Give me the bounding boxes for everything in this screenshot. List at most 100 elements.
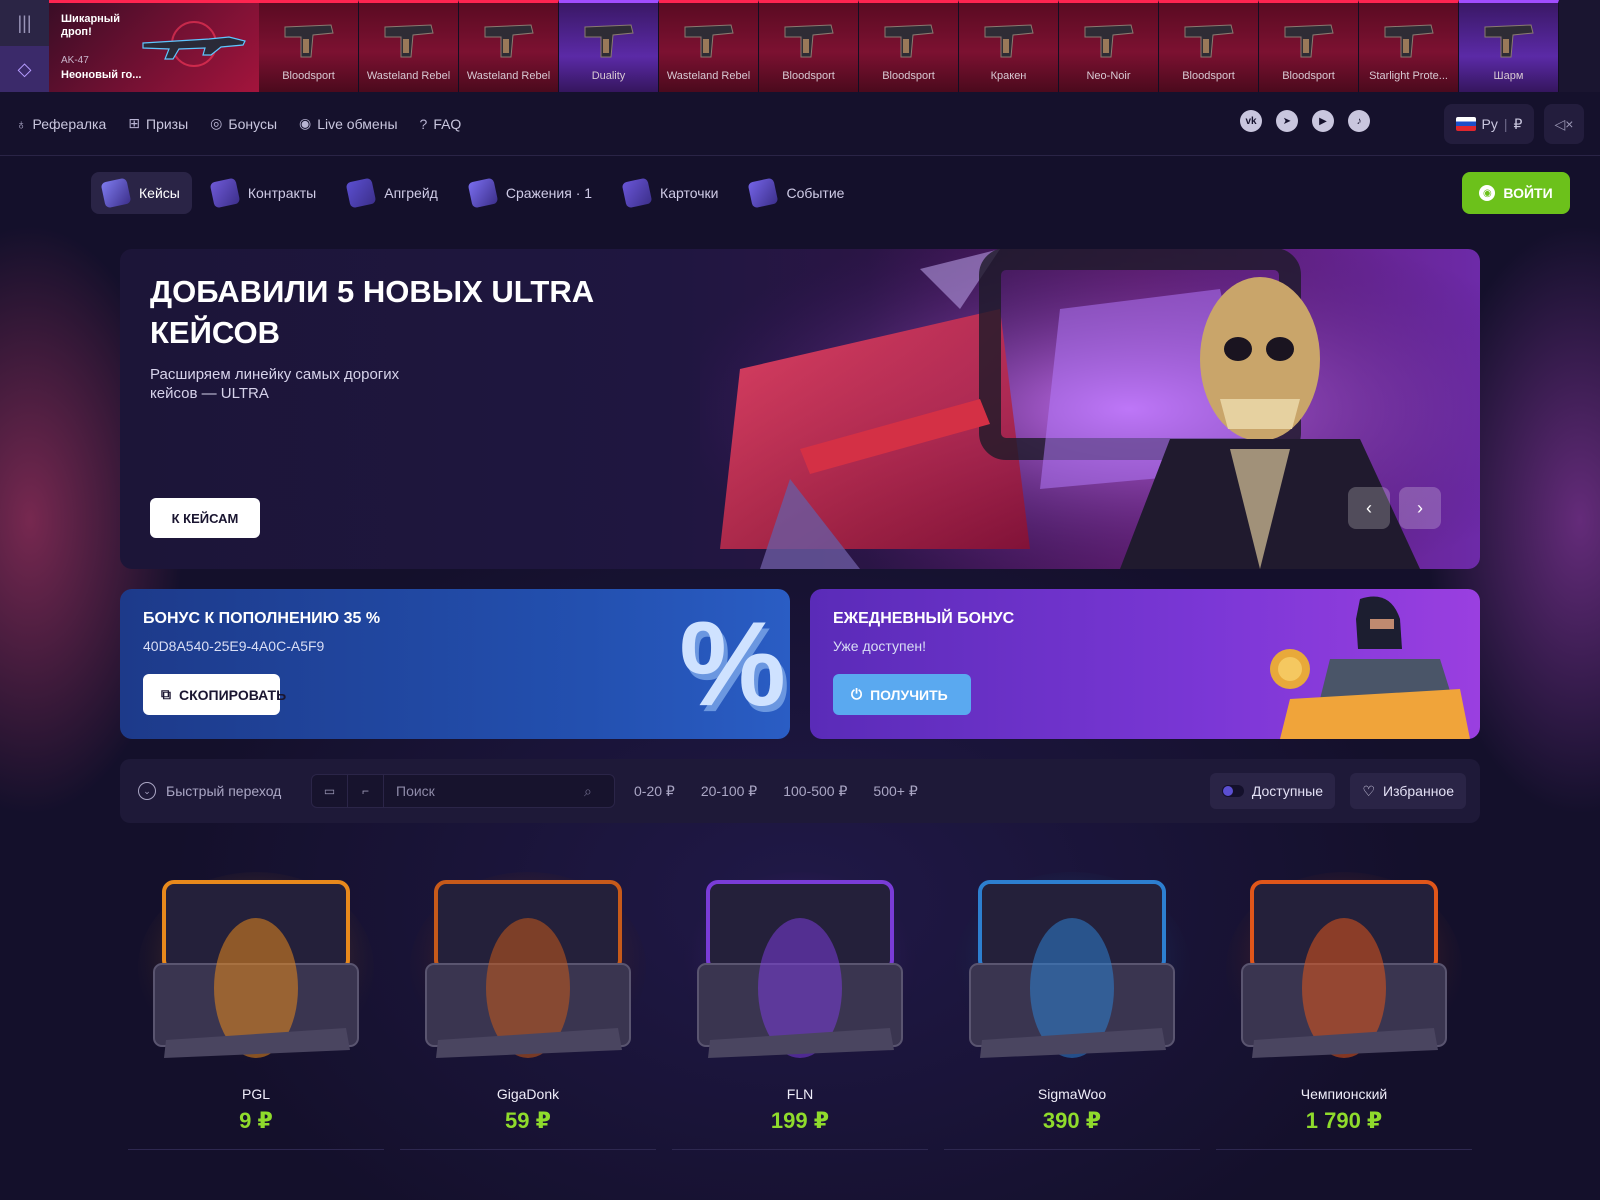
drop-item-name: Bloodsport [1182, 70, 1235, 82]
nav-tab[interactable]: Апгрейд [336, 172, 450, 214]
quick-jump-toggle[interactable]: ⌄ Быстрый переход [138, 782, 281, 800]
drop-item-name: Wasteland Rebel [666, 70, 751, 82]
case-card[interactable]: SigmaWoo 390 ₽ [944, 868, 1200, 1150]
drop-item-name: Bloodsport [282, 70, 335, 82]
case-card[interactable]: Чемпионский 1 790 ₽ [1216, 868, 1472, 1150]
case-name: Чемпионский [1300, 1086, 1388, 1102]
tiktok-icon[interactable]: ♪ [1348, 110, 1370, 132]
deposit-bonus-title: БОНУС К ПОПОЛНЕНИЮ 35 % [143, 610, 381, 627]
drop-item[interactable]: Кракен [959, 0, 1059, 92]
drop-item-name: Bloodsport [782, 70, 835, 82]
available-toggle[interactable]: Доступные [1209, 773, 1335, 809]
social-links: vk ➤ ▶ ♪ [1240, 110, 1370, 132]
topnav-link[interactable]: ◉ Live обмены [299, 115, 398, 132]
topnav-link[interactable]: ? FAQ [420, 115, 462, 132]
drop-item[interactable]: Duality [559, 0, 659, 92]
nav-tab[interactable]: Сражения · 1 [458, 172, 604, 214]
featured-drop[interactable]: Шикарный дроп! AK-47 Неоновый го... [49, 0, 259, 92]
event-icon [748, 177, 779, 209]
topnav-link-label: Бонусы [228, 115, 278, 132]
drop-item[interactable]: Wasteland Rebel [459, 0, 559, 92]
drop-item[interactable]: Bloodsport [1159, 0, 1259, 92]
russia-flag-icon [1455, 117, 1476, 131]
case-icon [100, 177, 132, 209]
case-card[interactable]: GigaDonk 59 ₽ [400, 868, 656, 1150]
drop-item[interactable]: Bloodsport [859, 0, 959, 92]
gift-icon: ⊞ [128, 115, 141, 131]
drop-item-name: Bloodsport [882, 70, 935, 82]
case-name: PGL [241, 1086, 270, 1102]
diamond-icon[interactable]: ◇ [0, 46, 49, 92]
favorites-button[interactable]: ♡ Избранное [1350, 773, 1466, 809]
topnav-link[interactable]: ◎ Бонусы [210, 115, 277, 132]
drop-item[interactable]: Bloodsport [259, 0, 359, 92]
drop-item[interactable]: Bloodsport [759, 0, 859, 92]
gun-icon [584, 24, 634, 58]
drop-item[interactable]: Neo-Noir [1059, 0, 1159, 92]
drop-item[interactable]: Starlight Prote... [1359, 0, 1459, 92]
case-card[interactable]: PGL 9 ₽ [128, 868, 384, 1150]
gun-icon [1184, 24, 1234, 58]
featured-drop-skin: Неоновый го... [61, 69, 142, 81]
case-filter-icon[interactable]: ▭ [312, 775, 348, 807]
favorites-label: Избранное [1383, 783, 1454, 799]
login-button[interactable]: ◉ ВОЙТИ [1462, 172, 1570, 214]
currency-label: ₽ [1513, 115, 1523, 132]
to-cases-button[interactable]: К КЕЙСАМ [150, 498, 260, 538]
claim-bonus-button[interactable]: ⏻ ПОЛУЧИТЬ [833, 674, 971, 715]
gun-icon [1484, 24, 1534, 58]
case-price: 59 ₽ [505, 1108, 551, 1133]
drop-item[interactable]: Wasteland Rebel [659, 0, 759, 92]
search-input[interactable] [384, 775, 584, 807]
drop-item-name: Кракен [990, 70, 1027, 82]
login-label: ВОЙТИ [1503, 185, 1553, 201]
featured-drop-title: Шикарный дроп! [61, 13, 120, 38]
steam-icon: ◉ [1479, 185, 1496, 201]
topnav-link[interactable]: ⊞ Призы [128, 115, 188, 132]
sound-toggle[interactable]: ◁× [1544, 104, 1584, 144]
gun-icon [884, 24, 934, 58]
youtube-icon[interactable]: ▶ [1312, 110, 1334, 132]
case-price: 9 ₽ [239, 1108, 273, 1133]
nav-tab-label: Апгрейд [384, 185, 438, 201]
price-range-filter[interactable]: 20-100 ₽ [701, 783, 757, 800]
drop-item-name: Bloodsport [1282, 70, 1335, 82]
deposit-bonus-card: % БОНУС К ПОПОЛНЕНИЮ 35 % 40D8A540-25E9-… [120, 589, 790, 739]
gun-icon [1384, 24, 1434, 58]
battle-icon [467, 177, 499, 209]
telegram-icon[interactable]: ➤ [1276, 110, 1298, 132]
case-card[interactable]: FLN 199 ₽ [672, 868, 928, 1150]
drop-item-name: Wasteland Rebel [466, 70, 551, 82]
topnav-link[interactable]: ♁ Рефералка [16, 115, 106, 132]
search-icon: ⌕ [584, 782, 592, 799]
weapon-filter-icon[interactable]: ⌐ [348, 775, 384, 807]
copy-code-button[interactable]: ⧉ СКОПИРОВАТЬ [143, 674, 286, 715]
toggle-switch [1221, 785, 1244, 797]
topnav-link-label: FAQ [433, 115, 462, 132]
nav-tab[interactable]: Карточки [612, 172, 730, 214]
power-icon: ⏻ [851, 686, 863, 702]
drop-item[interactable]: Bloodsport [1259, 0, 1359, 92]
nav-tab[interactable]: Событие [738, 172, 856, 214]
drop-item[interactable]: Шарм [1459, 0, 1559, 92]
price-range-filter[interactable]: 100-500 ₽ [783, 783, 847, 800]
price-range-filter[interactable]: 500+ ₽ [873, 783, 917, 800]
case-image [1226, 872, 1462, 1064]
chevron-right-icon[interactable]: › [1399, 487, 1441, 529]
gun-icon [1284, 24, 1334, 58]
case-name: GigaDonk [496, 1086, 560, 1102]
daily-bonus-artwork [1270, 596, 1470, 739]
cases-grid: PGL 9 ₽ GigaDonk 59 ₽ FLN 199 ₽ SigmaWoo 390 ₽ Ч… [128, 868, 1472, 1150]
vk-icon[interactable]: vk [1240, 110, 1262, 132]
pause-icon[interactable]: ||| [0, 0, 49, 46]
language-currency-select[interactable]: Ру | ₽ [1444, 104, 1534, 144]
drop-item[interactable]: Wasteland Rebel [359, 0, 459, 92]
drop-item-name: Шарм [1493, 70, 1524, 82]
price-range-filter[interactable]: 0-20 ₽ [634, 783, 675, 800]
gun-icon [384, 24, 434, 58]
nav-tab[interactable]: Контракты [200, 172, 328, 214]
hero-subtitle: Расширяем линейку самых дорогих кейсов —… [150, 366, 400, 402]
nav-tab[interactable]: Кейсы [91, 172, 192, 214]
case-image [138, 872, 374, 1064]
chevron-left-icon[interactable]: ‹ [1348, 487, 1390, 529]
